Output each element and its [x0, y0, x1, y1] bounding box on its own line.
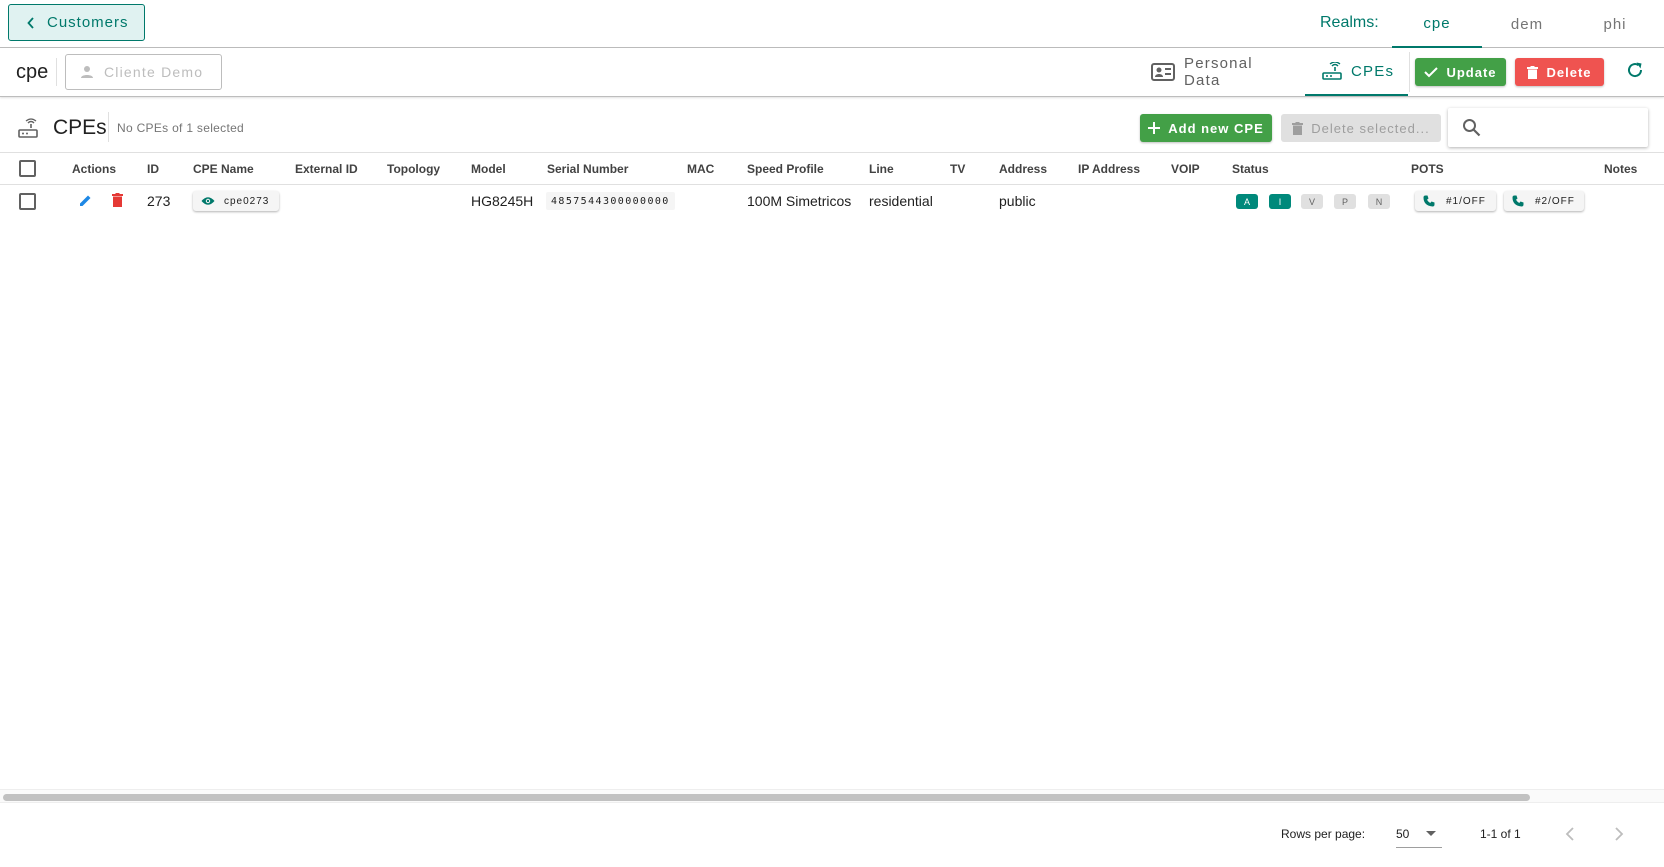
customer-selector[interactable]: Cliente Demo — [65, 54, 222, 90]
eye-icon — [201, 196, 215, 206]
trash-icon — [1527, 65, 1539, 79]
realm-tab-cpe[interactable]: cpe — [1392, 0, 1482, 48]
search-input[interactable] — [1448, 108, 1648, 147]
current-realm-name: cpe — [16, 61, 49, 83]
cell-line: residential — [869, 193, 933, 209]
column-header-speed-profile[interactable]: Speed Profile — [747, 162, 824, 176]
edit-icon[interactable] — [79, 194, 92, 207]
column-header-cpe-name[interactable]: CPE Name — [193, 162, 254, 176]
row-select-checkbox[interactable] — [19, 193, 36, 210]
divider — [1409, 52, 1410, 92]
status-badge-v: V — [1301, 194, 1323, 209]
delete-selected-label: Delete selected... — [1311, 120, 1430, 136]
divider — [108, 112, 109, 142]
router-icon — [1322, 62, 1342, 80]
delete-customer-button[interactable]: Delete — [1515, 58, 1604, 86]
tab-personal-data[interactable]: Personal Data — [1151, 48, 1291, 96]
plus-icon — [1148, 122, 1161, 134]
pots-2-chip[interactable]: #2/OFF — [1504, 191, 1584, 211]
cell-id: 273 — [147, 193, 171, 209]
cell-speed-profile: 100M Simetricos — [747, 193, 852, 209]
tab-personal-data-label: Personal Data — [1184, 55, 1253, 89]
back-button-label: Customers — [47, 14, 129, 31]
back-to-customers-button[interactable]: Customers — [8, 4, 145, 41]
trash-icon — [1292, 121, 1304, 135]
pots-2-label: #2/OFF — [1535, 195, 1575, 207]
column-header-address[interactable]: Address — [999, 162, 1047, 176]
cpes-section-title: CPEs — [53, 116, 107, 139]
customer-name-label: Cliente Demo — [104, 64, 204, 80]
rows-per-page-label: Rows per page: — [1281, 827, 1366, 841]
rows-per-page-select[interactable]: 50 — [1396, 820, 1442, 848]
tab-cpes[interactable]: CPEs — [1305, 48, 1408, 96]
dropdown-arrow-icon — [1426, 831, 1436, 836]
tab-cpes-label: CPEs — [1351, 62, 1395, 80]
divider — [56, 58, 57, 86]
column-header-status[interactable]: Status — [1232, 162, 1269, 176]
update-button-label: Update — [1446, 64, 1497, 80]
table-row[interactable]: 273 cpe0273 HG8245H 4857544300000000 100… — [0, 186, 1664, 216]
customer-bar: cpe Cliente Demo Personal Data CPEs Upda… — [0, 48, 1664, 97]
realms-label: Realms: — [1320, 14, 1379, 31]
column-header-voip[interactable]: VOIP — [1171, 162, 1200, 176]
column-header-actions: Actions — [72, 162, 117, 176]
person-icon — [80, 65, 94, 79]
column-header-id[interactable]: ID — [147, 162, 159, 176]
add-new-cpe-button[interactable]: Add new CPE — [1140, 114, 1272, 142]
table-header: Actions ID CPE Name External ID Topology… — [0, 152, 1664, 185]
select-all-checkbox[interactable] — [19, 160, 36, 177]
refresh-icon[interactable] — [1625, 60, 1645, 80]
status-badge-p: P — [1334, 194, 1356, 209]
status-badge-a: A — [1236, 194, 1258, 209]
delete-button-label: Delete — [1546, 64, 1592, 80]
router-icon — [18, 118, 38, 138]
top-bar: Customers Realms: cpe dem phi — [0, 0, 1664, 48]
column-header-ip-address[interactable]: IP Address — [1078, 162, 1140, 176]
check-icon — [1424, 66, 1439, 78]
search-icon — [1462, 118, 1481, 137]
pots-1-chip[interactable]: #1/OFF — [1415, 191, 1496, 211]
next-page-icon[interactable] — [1614, 826, 1624, 842]
previous-page-icon[interactable] — [1565, 826, 1575, 842]
phone-icon — [1512, 195, 1524, 207]
horizontal-scrollbar[interactable] — [0, 789, 1664, 803]
status-badge-i: I — [1269, 194, 1291, 209]
phone-icon — [1423, 195, 1435, 207]
pots-1-label: #1/OFF — [1446, 195, 1486, 207]
id-card-icon — [1151, 63, 1175, 81]
realm-tab-dem[interactable]: dem — [1482, 0, 1572, 48]
pagination-range: 1-1 of 1 — [1480, 827, 1521, 841]
cell-address: public — [999, 193, 1036, 209]
column-header-line[interactable]: Line — [869, 162, 894, 176]
rows-per-page-value: 50 — [1396, 827, 1410, 841]
column-header-mac[interactable]: MAC — [687, 162, 714, 176]
column-header-tv[interactable]: TV — [950, 162, 965, 176]
column-header-serial-number[interactable]: Serial Number — [547, 162, 628, 176]
cell-model: HG8245H — [471, 193, 534, 209]
column-header-notes[interactable]: Notes — [1604, 162, 1637, 176]
delete-selected-button[interactable]: Delete selected... — [1281, 114, 1441, 142]
update-button[interactable]: Update — [1415, 58, 1506, 86]
column-header-model[interactable]: Model — [471, 162, 506, 176]
cell-serial-number: 4857544300000000 — [546, 192, 675, 210]
cpe-name-label: cpe0273 — [224, 195, 270, 207]
chevron-left-icon — [27, 16, 35, 29]
selection-status-text: No CPEs of 1 selected — [117, 121, 245, 135]
trash-icon[interactable] — [112, 193, 123, 207]
add-new-cpe-label: Add new CPE — [1168, 120, 1264, 136]
column-header-pots[interactable]: POTS — [1411, 162, 1444, 176]
horizontal-scrollbar-thumb[interactable] — [3, 794, 1530, 801]
column-header-topology[interactable]: Topology — [387, 162, 440, 176]
column-header-external-id[interactable]: External ID — [295, 162, 358, 176]
cpe-name-chip[interactable]: cpe0273 — [193, 191, 279, 211]
status-badge-n: N — [1368, 194, 1390, 209]
realm-tab-phi[interactable]: phi — [1570, 0, 1660, 48]
